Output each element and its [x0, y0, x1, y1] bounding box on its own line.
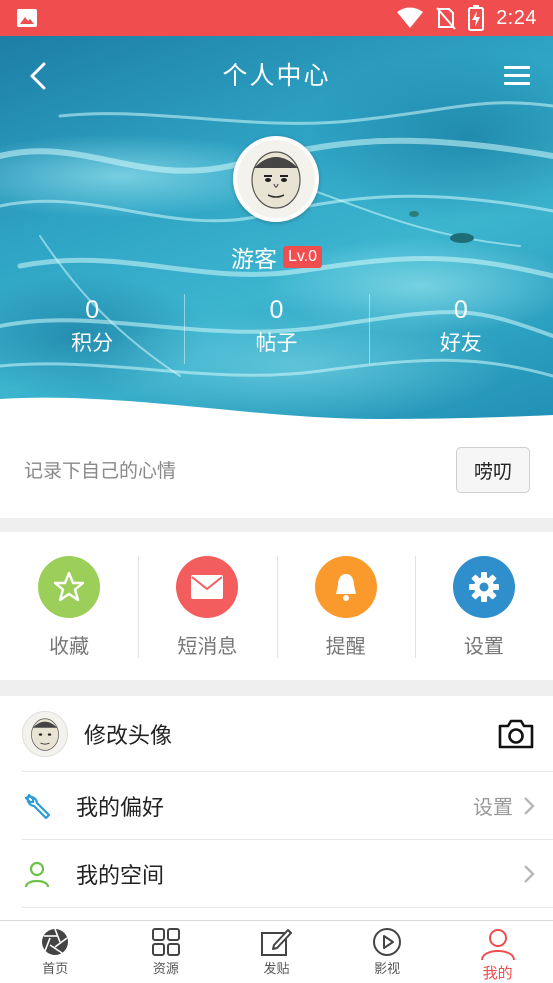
tab-label: 首页 — [42, 962, 69, 977]
quick-action-label: 提醒 — [325, 634, 366, 658]
user-icon — [24, 861, 50, 887]
username: 游客 — [230, 247, 277, 273]
play-icon — [373, 928, 402, 956]
list-item-right: 设置 — [473, 791, 553, 820]
reminders-icon-circle — [314, 556, 377, 618]
edit-icon — [261, 929, 293, 956]
status-time: 2:24 — [496, 6, 537, 29]
quick-action-label: 短消息 — [177, 634, 238, 658]
stat-friends[interactable]: 0 好友 — [368, 292, 553, 372]
tab-label: 影视 — [374, 962, 401, 977]
list-item-label: 修改头像 — [84, 723, 173, 749]
profile-page: 2:24 个人中心 游客 Lv.0 0 积分 0 帖子 0 好友 记录下自己的心… — [0, 0, 553, 983]
status-bar: 2:24 — [0, 0, 553, 36]
stats-row: 0 积分 0 帖子 0 好友 — [0, 292, 553, 372]
quick-action-messages[interactable]: 短消息 — [138, 532, 276, 680]
hero-wave-divider — [0, 397, 553, 428]
hamburger-menu-icon[interactable] — [501, 60, 533, 92]
tab-label: 资源 — [152, 962, 179, 977]
avatar-thumbnail — [22, 710, 68, 757]
tab-video[interactable]: 影视 — [332, 921, 443, 983]
list-item-label: 我的空间 — [76, 863, 165, 889]
camera-icon[interactable] — [497, 718, 535, 750]
stat-points[interactable]: 0 积分 — [0, 292, 184, 372]
aperture-icon — [42, 928, 69, 955]
quick-action-reminders[interactable]: 提醒 — [276, 532, 415, 680]
stat-label: 帖子 — [255, 331, 298, 355]
stat-posts[interactable]: 0 帖子 — [184, 292, 368, 372]
tab-label: 我的 — [482, 964, 513, 982]
battery-charging-icon — [468, 5, 485, 31]
tab-resources[interactable]: 资源 — [111, 921, 222, 983]
stat-label: 好友 — [439, 331, 482, 355]
messages-icon-circle — [176, 556, 239, 618]
wrench-icon — [24, 793, 51, 819]
chevron-right-icon — [524, 796, 535, 815]
quick-action-label: 设置 — [463, 634, 504, 658]
quick-action-settings[interactable]: 设置 — [414, 532, 553, 680]
no-sim-icon — [436, 7, 456, 30]
quick-actions: 收藏 短消息 提醒 设置 — [0, 532, 553, 680]
list-item-label: 我的偏好 — [76, 795, 165, 821]
level-badge: Lv.0 — [282, 246, 323, 268]
page-title: 个人中心 — [222, 61, 331, 90]
list-item-change-avatar[interactable]: 修改头像 — [22, 696, 553, 772]
avatar[interactable] — [233, 136, 319, 222]
list-item-right — [497, 718, 553, 750]
grid-icon — [151, 928, 180, 956]
chevron-right-icon — [524, 864, 535, 883]
envelope-icon — [191, 575, 224, 599]
menu-list: 修改头像 我的偏好 设置 我的空间 — [0, 696, 553, 920]
image-icon — [17, 9, 37, 27]
stat-label: 积分 — [71, 331, 114, 355]
stat-value: 0 — [269, 296, 284, 324]
stat-value: 0 — [85, 296, 100, 324]
avatar-face-image — [23, 711, 67, 756]
user-icon — [480, 929, 515, 961]
tab-label: 发贴 — [263, 962, 290, 977]
tab-post[interactable]: 发贴 — [221, 921, 332, 983]
mood-input[interactable]: 记录下自己的心情 — [24, 456, 176, 483]
list-item-value: 设置 — [473, 795, 513, 819]
list-item-preferences[interactable]: 我的偏好 设置 — [22, 772, 553, 840]
tab-home[interactable]: 首页 — [0, 921, 111, 983]
profile-hero: 个人中心 游客 Lv.0 0 积分 0 帖子 0 好友 — [0, 36, 553, 428]
gear-icon — [468, 572, 499, 602]
user-row: 游客 Lv.0 — [0, 240, 553, 274]
stat-value: 0 — [453, 296, 468, 324]
bottom-tab-bar: 首页 资源 发贴 影视 我的 — [0, 920, 553, 983]
bell-icon — [335, 574, 356, 601]
quick-action-favorites[interactable]: 收藏 — [0, 532, 138, 680]
mood-section: 记录下自己的心情 唠叨 — [0, 428, 553, 518]
star-icon — [53, 571, 85, 602]
tab-mine[interactable]: 我的 — [442, 921, 553, 983]
list-item-right — [523, 864, 553, 884]
mood-post-button[interactable]: 唠叨 — [456, 447, 530, 493]
wifi-icon — [397, 7, 424, 28]
quick-action-label: 收藏 — [49, 634, 90, 658]
settings-icon-circle — [452, 556, 515, 618]
list-item-my-space[interactable]: 我的空间 — [22, 840, 553, 908]
favorites-icon-circle — [38, 556, 101, 618]
top-bar: 个人中心 — [0, 36, 553, 112]
avatar-face-image — [237, 140, 315, 218]
